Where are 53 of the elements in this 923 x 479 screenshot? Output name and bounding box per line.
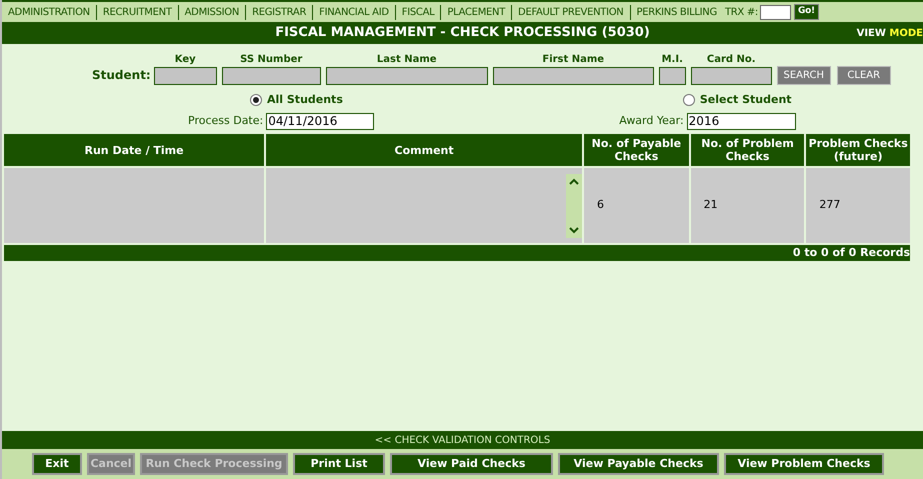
student-label: Student: xyxy=(92,67,151,84)
column-header: Comment xyxy=(266,134,582,166)
search-button[interactable]: SEARCH xyxy=(776,66,831,85)
student-field[interactable] xyxy=(154,67,217,85)
trx-input[interactable] xyxy=(760,4,791,20)
column-header: No. of Payable Checks xyxy=(584,134,689,166)
process-date-label: Process Date: xyxy=(188,112,264,129)
table-cell: 6 xyxy=(584,168,689,243)
student-field[interactable] xyxy=(492,67,654,85)
nav-link[interactable]: FISCAL xyxy=(394,4,440,20)
scope-radio[interactable]: Select Student xyxy=(682,92,792,108)
scope-radio[interactable]: All Students xyxy=(250,92,343,108)
column-header: Run Date / Time xyxy=(4,134,264,166)
nav-link[interactable]: ADMISSION xyxy=(178,4,246,20)
action-button[interactable]: Print List xyxy=(293,453,385,475)
clear-button[interactable]: CLEAR xyxy=(836,66,891,85)
trx-label: TRX #: xyxy=(724,6,758,20)
process-date-field[interactable]: 04/11/2016 xyxy=(266,112,374,130)
page-title: FISCAL MANAGEMENT - CHECK PROCESSING (5030) xyxy=(275,24,650,42)
field-label: M.I. xyxy=(662,53,683,67)
student-field[interactable] xyxy=(326,67,488,85)
nav-link[interactable]: FINANCIAL AID xyxy=(312,4,395,20)
field-label: Last Name xyxy=(376,53,437,67)
go-button[interactable]: Go! xyxy=(794,4,819,20)
up-caret-icon[interactable] xyxy=(568,178,579,185)
mode-indicator: VIEW MODE xyxy=(856,26,923,40)
action-button[interactable]: View Problem Checks xyxy=(724,453,884,475)
nav-link[interactable]: PLACEMENT xyxy=(440,4,512,20)
field-label: Card No. xyxy=(706,53,756,67)
field-label: SS Number xyxy=(240,53,302,67)
student-field[interactable] xyxy=(658,67,686,85)
nav-link[interactable]: DEFAULT PREVENTION xyxy=(511,4,630,20)
controls-bar[interactable]: << CHECK VALIDATION CONTROLS xyxy=(2,431,923,449)
field-label: Key xyxy=(174,53,196,67)
student-field[interactable] xyxy=(222,67,321,85)
records-footer: 0 to 0 of 0 Records xyxy=(4,245,910,261)
action-button[interactable]: Exit xyxy=(32,453,82,475)
nav-link[interactable]: PERKINS BILLING xyxy=(630,4,723,20)
table-cell: 21 xyxy=(690,168,804,243)
student-field[interactable] xyxy=(690,67,772,85)
award-year-field[interactable]: 2016 xyxy=(686,112,796,130)
nav-link[interactable]: REGISTRAR xyxy=(245,4,312,20)
column-header: No. of Problem Checks xyxy=(690,134,804,166)
action-button[interactable]: View Payable Checks xyxy=(558,453,719,475)
column-header: Problem Checks (future) xyxy=(806,134,910,166)
nav-link[interactable]: ADMINISTRATION xyxy=(2,4,96,20)
nav-link[interactable]: RECRUITMENT xyxy=(96,4,178,20)
table-cell: 277 xyxy=(806,168,910,243)
award-year-label: Award Year: xyxy=(619,112,684,129)
down-caret-icon[interactable] xyxy=(568,227,579,234)
field-label: First Name xyxy=(542,53,604,67)
scroll-arrows[interactable] xyxy=(566,174,582,238)
action-button[interactable]: View Paid Checks xyxy=(390,453,553,475)
